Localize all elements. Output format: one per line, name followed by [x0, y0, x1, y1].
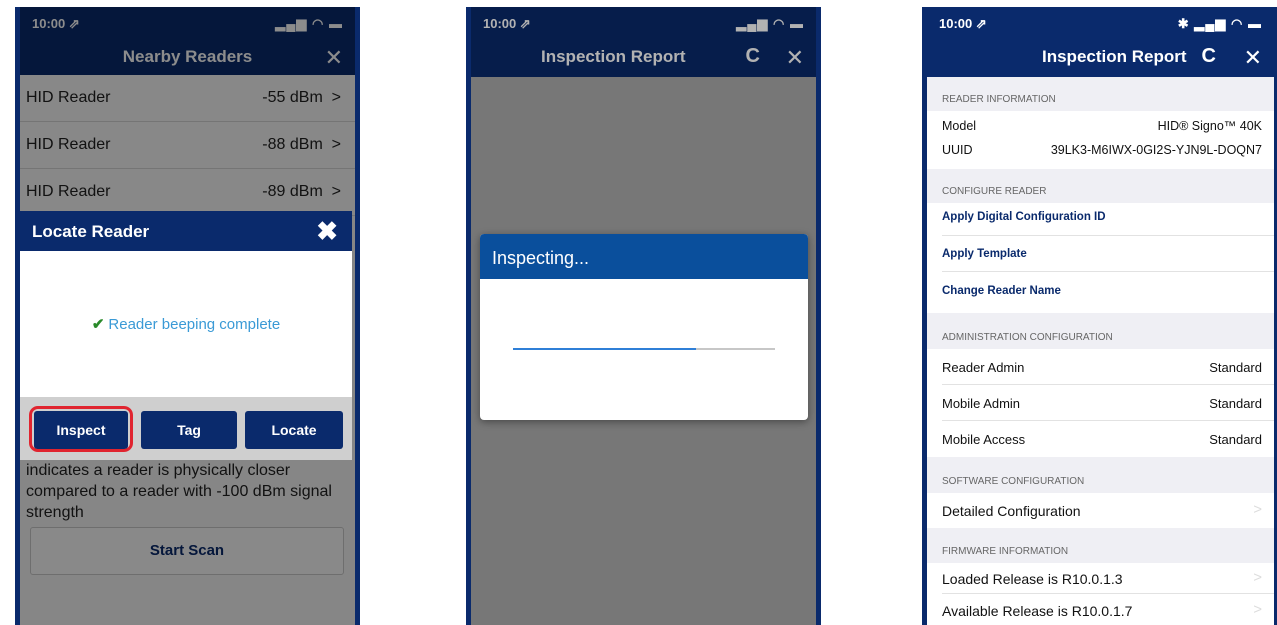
- section-title: FIRMWARE INFORMATION: [942, 546, 1069, 557]
- apply-template-link[interactable]: Apply Template: [942, 248, 1027, 260]
- divider: [942, 593, 1274, 594]
- model-value: HID® Signo™ 40K: [1157, 119, 1262, 133]
- chevron-right-icon: >: [1253, 601, 1262, 618]
- chevron-right-icon: >: [1253, 569, 1262, 586]
- dialog-body: ✔ Reader beeping complete: [20, 251, 352, 397]
- detailed-configuration-row[interactable]: Detailed Configuration: [942, 503, 1262, 519]
- row-label: Mobile Access: [942, 432, 1026, 447]
- progress-bar: [513, 348, 775, 350]
- mobile-access-row: Mobile Access Standard: [942, 432, 1262, 447]
- row-value: Standard: [1209, 396, 1262, 411]
- page-title: Inspection Report: [1042, 43, 1274, 79]
- model-row: Model HID® Signo™ 40K: [942, 119, 1262, 133]
- inspecting-dialog: Inspecting...: [480, 234, 808, 420]
- tag-button[interactable]: Tag: [141, 411, 237, 449]
- section-title: CONFIGURE READER: [942, 186, 1047, 197]
- message-text: Reader beeping complete: [108, 316, 281, 333]
- status-message: ✔ Reader beeping complete: [20, 315, 352, 333]
- dialog-header: Locate Reader ✖: [20, 211, 352, 251]
- available-release-row[interactable]: Available Release is R10.0.1.7: [942, 603, 1262, 619]
- divider: [942, 420, 1274, 421]
- phone-inspection-report: 10:00 ⇗ ✱ ▂▄▆ ◠ ▬ Inspection Report C ✕ …: [922, 7, 1277, 625]
- row-label: Loaded Release is R10.0.1.3: [942, 571, 1123, 587]
- model-label: Model: [942, 119, 977, 133]
- mobile-admin-row: Mobile Admin Standard: [942, 396, 1262, 411]
- title-text: Inspection Report: [1042, 47, 1187, 66]
- status-bar: 10:00 ⇗ ✱ ▂▄▆ ◠ ▬: [927, 7, 1274, 37]
- section-title: ADMINISTRATION CONFIGURATION: [942, 332, 1113, 343]
- status-time: 10:00 ⇗: [939, 16, 987, 31]
- row-label: Reader Admin: [942, 360, 1025, 375]
- row-value: Standard: [1209, 360, 1262, 375]
- row-label: Detailed Configuration: [942, 503, 1081, 519]
- uuid-row: UUID 39LK3-M6IWX-0GI2S-YJN9L-DOQN7: [942, 143, 1262, 157]
- section-title: READER INFORMATION: [942, 94, 1056, 105]
- close-icon[interactable]: ✕: [1244, 45, 1262, 71]
- section-header: ADMINISTRATION CONFIGURATION: [927, 313, 1274, 349]
- section-header: FIRMWARE INFORMATION: [927, 528, 1274, 563]
- phone-nearby-readers: 10:00 ⇗ ▂▄▆ ◠ ▬ Nearby Readers ✕ HID Rea…: [15, 7, 360, 625]
- dialog-title: Locate Reader: [32, 222, 150, 241]
- report-content: READER INFORMATION Model HID® Signo™ 40K …: [927, 77, 1274, 625]
- locate-reader-dialog: Locate Reader ✖ ✔ Reader beeping complete…: [20, 211, 352, 460]
- section-header: CONFIGURE READER: [927, 169, 1274, 203]
- checkmark-icon: ✔: [91, 316, 105, 333]
- uuid-value: 39LK3-M6IWX-0GI2S-YJN9L-DOQN7: [1050, 143, 1262, 157]
- divider: [942, 384, 1274, 385]
- dialog-title: Inspecting...: [492, 248, 590, 268]
- section-title: SOFTWARE CONFIGURATION: [942, 476, 1085, 487]
- reader-admin-row: Reader Admin Standard: [942, 360, 1262, 375]
- section-header: READER INFORMATION: [927, 77, 1274, 111]
- locate-button[interactable]: Locate: [245, 411, 343, 449]
- refresh-icon[interactable]: C: [1202, 45, 1216, 68]
- change-reader-name-link[interactable]: Change Reader Name: [942, 285, 1061, 297]
- highlight-box: [29, 406, 133, 452]
- row-label: Mobile Admin: [942, 396, 1021, 411]
- chevron-right-icon: >: [1253, 501, 1262, 518]
- row-value: Standard: [1209, 432, 1262, 447]
- apply-digital-config-link[interactable]: Apply Digital Configuration ID: [942, 211, 1106, 223]
- uuid-label: UUID: [942, 143, 973, 157]
- dialog-header: Inspecting...: [480, 234, 808, 279]
- divider: [942, 235, 1274, 236]
- progress-fill: [513, 348, 697, 350]
- phone-inspecting: 10:00 ⇗ ▂▄▆ ◠ ▬ Inspection Report C ✕ In…: [466, 7, 821, 625]
- loaded-release-row[interactable]: Loaded Release is R10.0.1.3: [942, 571, 1262, 587]
- status-icons: ✱ ▂▄▆ ◠ ▬: [1177, 16, 1262, 31]
- close-icon[interactable]: ✖: [316, 216, 338, 247]
- divider: [942, 271, 1274, 272]
- row-label: Available Release is R10.0.1.7: [942, 603, 1133, 619]
- section-header: SOFTWARE CONFIGURATION: [927, 457, 1274, 493]
